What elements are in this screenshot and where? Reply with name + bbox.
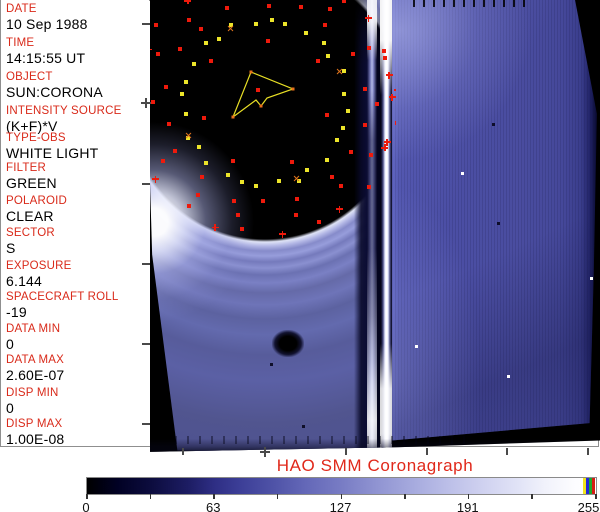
bottom-tick [506,448,508,455]
sidebar-field-value: 0 [6,400,14,416]
colorbar-tick [531,494,533,499]
colorbar-tick-label: 63 [206,500,221,512]
sidebar-field-label: DATE [6,3,37,15]
sidebar-field: DATA MIN 0 [6,323,61,352]
sidebar-field: INTENSITY SOURCE (K+F)*V [6,105,122,134]
colorbar-tick [404,494,406,499]
sidebar-field-label: OBJECT [6,71,53,83]
sidebar-field: SECTOR S [6,227,55,256]
sidebar-field-value: GREEN [6,175,57,191]
colorbar-tick [213,494,215,499]
sidebar-field-label: DISP MIN [6,387,59,399]
colorbar-tick [467,494,470,499]
page-title: HAO SMM Coronagraph [276,456,474,475]
sidebar-field-label: EXPOSURE [6,260,72,272]
sidebar-field-value: CLEAR [6,208,54,224]
sidebar-field: EXPOSURE 6.144 [6,260,72,289]
colorbar-tick-label: 191 [456,500,479,512]
left-tick [142,23,150,25]
sidebar-field-value: WHITE LIGHT [6,145,99,161]
colorbar-tick [276,494,279,499]
sidebar-field: DATA MAX 2.60E-07 [6,354,65,383]
bottom-tick [426,448,428,455]
colorbar-tick-label: 255 [577,500,600,512]
sidebar-field-value: 1.00E-08 [6,431,65,447]
polygon-vertex-dot [231,115,235,119]
sidebar-field: DISP MAX 1.00E-08 [6,418,65,447]
sidebar-field-label: SECTOR [6,227,55,239]
sidebar-field-value: (K+F)*V [6,118,58,134]
sidebar-field-value: 6.144 [6,273,43,289]
sidebar-field-label: POLAROID [6,195,68,207]
colorbar-tick [149,494,152,499]
colorbar-tick-label: 127 [329,500,352,512]
sidebar-field: TYPE-OBS WHITE LIGHT [6,132,99,161]
colorbar-tick [86,494,88,499]
sidebar-field-value: 10 Sep 1988 [6,16,88,32]
pointing-polygon-overlay [231,70,295,119]
sidebar-field-label: INTENSITY SOURCE [6,105,122,117]
sidebar-field: FILTER GREEN [6,162,57,191]
bottom-tick [345,448,347,455]
sidebar-field-value: S [6,240,16,256]
coronagraph-viewer-window: DATE 10 Sep 1988 TIME 14:15:55 UT OBJECT SUN:… [0,0,600,512]
colorbar-overflow-stripe [592,478,595,494]
sidebar-field-value: 14:15:55 UT [6,50,86,66]
sidebar-field-label: TIME [6,37,35,49]
intensity-colorbar [86,477,597,495]
polygon-vertex-dot [259,104,263,108]
sidebar-field: POLAROID CLEAR [6,195,68,224]
sidebar-field: TIME 14:15:55 UT [6,37,86,66]
colorbar-tick-label: 0 [82,500,90,512]
sidebar-field: SPACECRAFT ROLL -19 [6,291,119,320]
bottom-tick [182,448,184,455]
bottom-tick [587,448,589,455]
left-tick [142,423,150,425]
coronagraph-image [150,0,600,452]
left-tick [142,343,150,345]
left-tick [142,263,150,265]
colorbar-tick [595,494,597,499]
sidebar-field-value: -19 [6,304,27,320]
left-tick [142,183,150,185]
sidebar-field-label: TYPE-OBS [6,132,66,144]
sun-center-plus-left [141,98,151,108]
polygon-vertex-dot [249,70,253,74]
sidebar-field: OBJECT SUN:CORONA [6,71,103,100]
sidebar-field-label: FILTER [6,162,46,174]
sidebar-field-label: SPACECRAFT ROLL [6,291,119,303]
sidebar-field: DISP MIN 0 [6,387,59,416]
sidebar-field-value: SUN:CORONA [6,84,103,100]
sidebar-field-label: DATA MAX [6,354,65,366]
sidebar-field-label: DATA MIN [6,323,61,335]
sidebar-field-label: DISP MAX [6,418,63,430]
metadata-sidebar: DATE 10 Sep 1988 TIME 14:15:55 UT OBJECT SUN:… [1,0,149,446]
sidebar-field-value: 2.60E-07 [6,367,65,383]
sidebar-field: DATE 10 Sep 1988 [6,3,88,32]
sidebar-field-value: 0 [6,336,14,352]
polygon-vertex-dot [291,87,295,91]
pointing-polygon [231,71,295,119]
colorbar-tick [340,494,342,499]
